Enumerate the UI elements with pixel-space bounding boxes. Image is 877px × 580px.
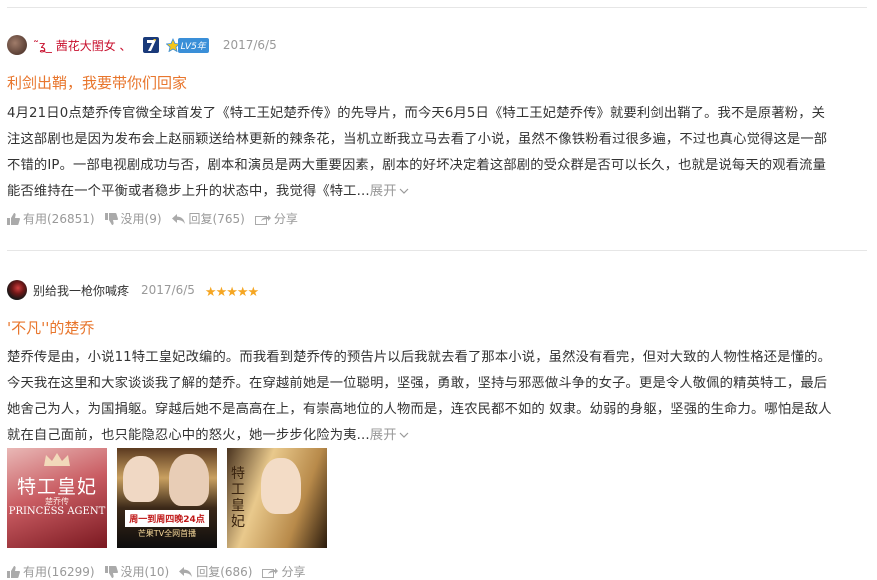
body-line: 楚乔传是由，小说11特工皇妃改编的。而我看到楚乔传的预告片以后我就去看了那本小说… xyxy=(7,350,832,365)
thumbs-up-icon xyxy=(7,212,20,225)
share-icon xyxy=(254,214,271,225)
review-title[interactable]: 利剑出鞘，我要带你们回家 xyxy=(7,72,187,93)
useful-button[interactable]: 有用(26851) xyxy=(7,210,95,227)
body-line: 她舍己为人，为国捐躯。穿越后她不是高高在上，有崇高地位的人物而是，连农民都不如的… xyxy=(7,402,832,417)
expand-link[interactable]: 展开 xyxy=(370,184,409,199)
review-date: 2017/6/5 xyxy=(141,283,195,297)
body-line: 4月21日0点楚乔传官微全球首发了《特工王妃楚乔传》的先导片，而今天6月5日《特… xyxy=(7,106,826,121)
user-avatar[interactable] xyxy=(7,280,27,300)
thumbs-down-icon xyxy=(104,212,118,225)
poster-thumbnail[interactable]: 特工皇妃 xyxy=(227,448,327,548)
poster-thumbnail[interactable]: 周一到周四晚24点 芒果TV全网首播 xyxy=(117,448,217,548)
review-body: 4月21日0点楚乔传官微全球首发了《特工王妃楚乔传》的先导片，而今天6月5日《特… xyxy=(7,101,869,205)
review-date: 2017/6/5 xyxy=(222,38,277,52)
review-actions: 有用(26851) 没用(9) 回复(765) 分享 xyxy=(7,210,308,227)
username[interactable]: ˜ʓ_ 茜花大閨女 、 xyxy=(33,37,132,54)
useless-button[interactable]: 没用(9) xyxy=(104,210,162,227)
reply-button[interactable]: 回复(686) xyxy=(179,563,252,580)
thumbs-down-icon xyxy=(104,565,118,578)
review-title[interactable]: '不凡''的楚乔 xyxy=(7,317,94,338)
thumbs-up-icon xyxy=(7,565,20,578)
share-button[interactable]: 分享 xyxy=(262,563,305,580)
body-line: 注这部剧也是因为发布会上赵丽颖送给林更新的辣条花，当机立断我立马去看了小说，虽然… xyxy=(7,132,828,147)
useless-button[interactable]: 没用(10) xyxy=(104,563,169,580)
image-gallery: 特工皇妃 楚乔传 PRINCESS AGENT 周一到周四晚24点 芒果TV全网… xyxy=(7,448,337,548)
review-header: 别给我一枪你喊疼 2017/6/5 ★★★★★ xyxy=(7,280,259,300)
body-line: 就在自己面前，也只能隐忍心中的怒火，她一步步化险为夷... xyxy=(7,428,370,443)
user-avatar[interactable] xyxy=(7,35,27,55)
username[interactable]: 别给我一枪你喊疼 xyxy=(33,282,129,299)
review-body: 楚乔传是由，小说11特工皇妃改编的。而我看到楚乔传的预告片以后我就去看了那本小说… xyxy=(7,345,869,449)
chevron-down-icon xyxy=(399,432,409,438)
reply-arrow-icon xyxy=(171,213,185,224)
reply-arrow-icon xyxy=(179,566,193,577)
vip-badge-icon xyxy=(142,36,160,54)
body-line: 能否维持在一个平衡或者稳步上升的状态中，我觉得《特工... xyxy=(7,184,370,199)
top-divider xyxy=(7,7,867,8)
level-badge: LV5年 xyxy=(165,37,209,53)
rating-stars: ★★★★★ xyxy=(204,284,259,300)
share-icon xyxy=(262,567,279,578)
reply-button[interactable]: 回复(765) xyxy=(171,210,245,227)
review-divider xyxy=(7,250,867,251)
review-actions: 有用(16299) 没用(10) 回复(686) 分享 xyxy=(7,563,315,580)
share-button[interactable]: 分享 xyxy=(254,210,298,227)
useful-button[interactable]: 有用(16299) xyxy=(7,563,95,580)
review-header: ˜ʓ_ 茜花大閨女 、 LV5年 2017/6/5 xyxy=(7,35,277,55)
chevron-down-icon xyxy=(399,188,409,194)
expand-link[interactable]: 展开 xyxy=(370,428,409,443)
body-line: 今天我在这里和大家谈谈我了解的楚乔。在穿越前她是一位聪明，坚强，勇敢，坚持与邪恶… xyxy=(7,376,828,391)
crown-icon xyxy=(44,453,70,466)
body-line: 不错的IP。一部电视剧成功与否，剧本和演员是两大重要因素，剧本的好坏决定着这部剧… xyxy=(7,158,827,173)
poster-thumbnail[interactable]: 特工皇妃 楚乔传 PRINCESS AGENT xyxy=(7,448,107,548)
